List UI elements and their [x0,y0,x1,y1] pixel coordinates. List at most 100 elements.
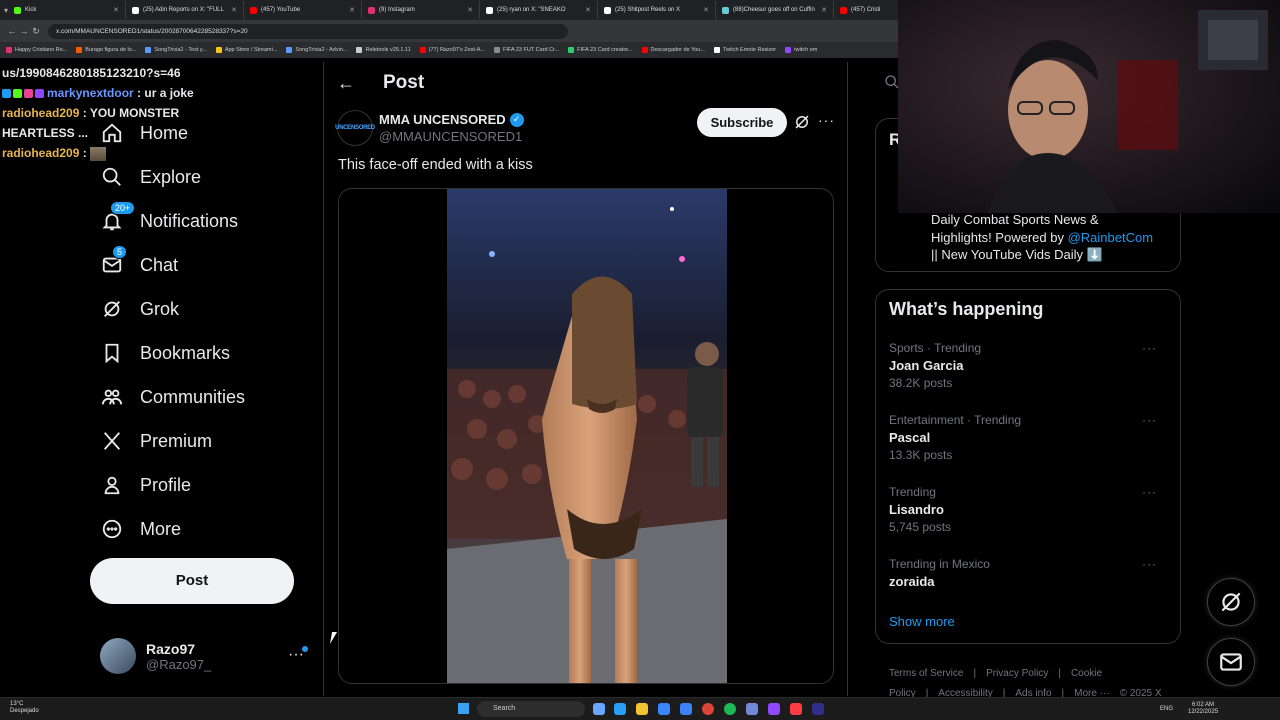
author-name[interactable]: MMA UNCENSORED [379,112,506,127]
nav-explore[interactable]: Explore [100,159,201,195]
taskbar-search[interactable]: Search [477,701,585,717]
music-icon[interactable] [790,703,802,715]
footer-link[interactable]: Privacy Policy [986,668,1048,679]
trend-item[interactable]: Sports · Trending Joan Garcia 38.2K post… [889,341,1169,390]
trend-more-icon[interactable]: ··· [1142,485,1157,499]
edge-icon[interactable] [614,703,626,715]
chat-emote-icon [90,146,107,161]
tab-favicon-icon [604,6,612,14]
envelope-icon [1220,653,1242,671]
bookmark-item[interactable]: twitch em [785,47,817,53]
bookmark-favicon-icon [76,47,83,53]
url-field[interactable]: x.com/MMAUNCENSORED1/status/200287006422… [48,23,568,39]
clock[interactable]: 6:02 AM 12/22/2025 [1188,702,1218,716]
trend-item[interactable]: Trending Lisandro 5,745 posts ··· [889,485,1169,534]
browser-tab[interactable]: (25) Shitpost Reels on X ✕ [598,1,717,19]
author-avatar[interactable]: UNCENSORED [335,110,375,146]
video-player[interactable] [447,189,727,684]
twitch-icon[interactable] [768,703,780,715]
bookmark-favicon-icon [494,47,501,53]
tab-close-icon[interactable]: ✕ [699,6,709,14]
tab-close-icon[interactable]: ✕ [817,6,827,14]
bookmark-item[interactable]: FIFA 23 Card creator... [568,47,633,53]
discord-icon[interactable] [746,703,758,715]
bookmark-item[interactable]: App Store / Streami... [215,47,277,53]
footer-separator: | [973,668,977,679]
account-switcher[interactable]: Razo97 @Razo97_ [100,638,211,674]
whats-happening-title: What’s happening [889,299,1044,319]
notifications-badge: 20+ [110,201,136,215]
chat-line: markynextdoor : ur a joke [2,83,222,103]
tab-close-icon[interactable]: ✕ [345,6,355,14]
nav-chat[interactable]: 5 Chat [100,245,178,283]
tab-favicon-icon [840,6,848,14]
nav-more[interactable]: More [100,511,181,547]
weather-widget[interactable]: 13°C Despejado [10,701,39,715]
nav-notifications[interactable]: 20+ Notifications [100,201,238,239]
browser-tab[interactable]: (25) Adin Reports on X: "FULL ✕ [126,1,245,19]
bookmark-item[interactable]: FIFA 23 FUT Card Cr... [494,47,559,53]
chrome-icon[interactable] [702,703,714,715]
tab-close-icon[interactable]: ✕ [109,6,119,14]
tab-close-icon[interactable]: ✕ [227,6,237,14]
show-more-link[interactable]: Show more [889,614,955,629]
stream-chat-overlay: us/1990846280185123210?s=46 markynextdoo… [2,63,222,163]
verified-badge-icon: ✓ [509,112,524,127]
obs-icon[interactable] [812,703,824,715]
reload-icon[interactable]: ↻ [30,26,42,37]
nav-grok[interactable]: Grok [100,291,179,327]
bookmark-item[interactable]: SongTrivia2 - Test y... [145,47,207,53]
trend-item[interactable]: Entertainment · Trending Pascal 13.3K po… [889,413,1169,462]
account-handle: @Razo97_ [146,656,212,672]
browser-tab[interactable]: (457) YouTube ✕ [244,1,363,19]
nav-communities[interactable]: Communities [100,379,245,415]
trend-more-icon[interactable]: ··· [1142,557,1157,571]
grok-floating-button[interactable] [1207,578,1255,626]
task-view-icon[interactable] [593,703,605,715]
bookmark-item[interactable]: SongTrivia2 - Advin... [286,47,347,53]
bio-link[interactable]: @RainbetCom [1068,230,1153,245]
browser-tab[interactable]: Kick ✕ [8,1,127,19]
trend-more-icon[interactable]: ··· [1142,413,1157,427]
trend-item[interactable]: Trending in Mexico zoraida ··· [889,557,1169,589]
post-button[interactable]: Post [90,558,294,604]
more-circle-icon [100,517,124,541]
back-icon[interactable]: ← [6,26,18,36]
tab-close-icon[interactable]: ✕ [581,6,591,14]
browser-tab-bar: ▾ Kick ✕ (25) Adin Reports on X: "FULL ✕ (45… [0,0,953,20]
browser-tab[interactable]: (88)Cheesur goes off on Cuffin ✕ [716,1,835,19]
language-indicator[interactable]: ENG [1160,706,1173,712]
tab-favicon-icon [14,6,22,14]
bookmark-item[interactable]: Descargador de You... [641,47,705,53]
post-more-icon[interactable]: ··· [818,112,835,128]
browser-tab[interactable]: (25) ryan on X: "SNEAKO ✕ [480,1,599,19]
tab-close-icon[interactable]: ✕ [463,6,473,14]
trend-more-icon[interactable]: ··· [1142,341,1157,355]
nav-bookmarks[interactable]: Bookmarks [100,335,230,371]
file-explorer-icon[interactable] [636,703,648,715]
post-author[interactable]: UNCENSORED MMA UNCENSORED ✓ @MMAUNCENSORE… [335,110,524,146]
forward-icon[interactable]: → [18,26,30,36]
nav-premium[interactable]: Premium [100,423,212,459]
grok-explain-icon[interactable] [793,113,811,131]
nav-profile[interactable]: Profile [100,467,191,503]
spotify-icon[interactable] [724,703,736,715]
bookmark-item[interactable]: Twitch Emote Resizer [713,47,776,53]
footer-link[interactable]: Terms of Service [889,668,963,679]
grok-icon [100,297,124,321]
bookmark-item[interactable]: Reletools v25.1.11 [356,47,411,53]
messages-floating-button[interactable] [1207,638,1255,686]
browser-tab[interactable]: (9) Instagram ✕ [362,1,481,19]
people-icon [100,385,124,409]
bookmark-item[interactable]: Burago figura de lo... [76,47,136,53]
bookmark-item[interactable]: (77) Razo97's Zest-A... [419,47,485,53]
windows-start-icon[interactable] [458,703,469,714]
bookmark-item[interactable]: Happy Cristiano Ro... [6,47,67,53]
post-media[interactable] [338,188,834,684]
back-arrow-icon[interactable]: ← [337,73,355,94]
unread-dot [302,646,308,652]
store-icon[interactable] [658,703,670,715]
subscribe-button[interactable]: Subscribe [697,108,787,137]
grok-icon [1221,592,1241,612]
mail-icon[interactable] [680,703,692,715]
